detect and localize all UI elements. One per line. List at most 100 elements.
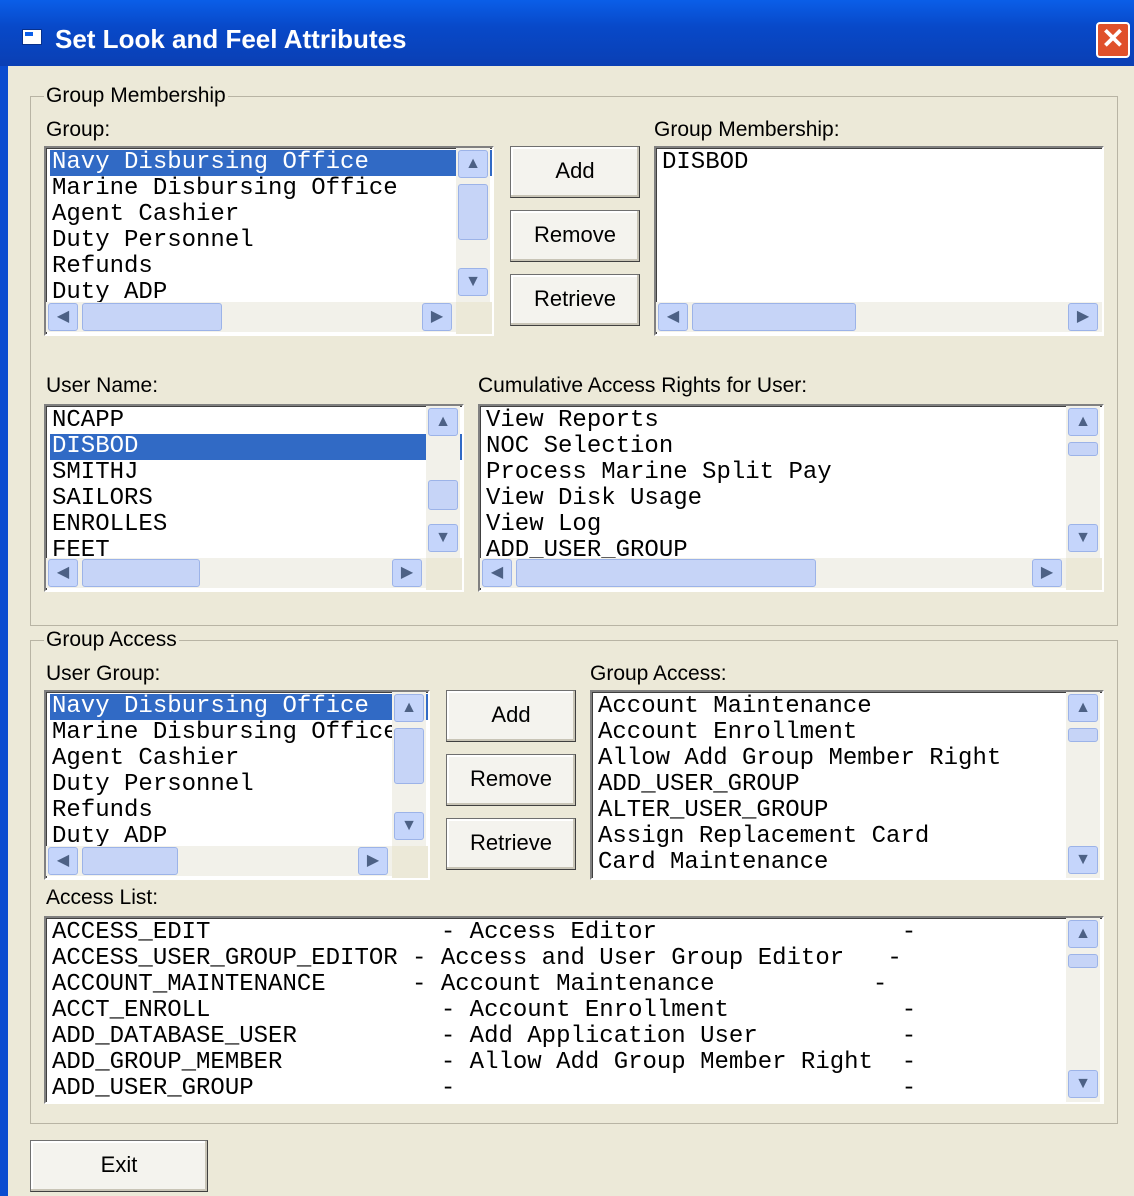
- group-list-item[interactable]: Duty Personnel: [50, 228, 492, 254]
- rights-vscrollbar[interactable]: ▲ ▼: [1066, 406, 1100, 558]
- group-vscrollbar[interactable]: ▲ ▼: [456, 148, 490, 302]
- user-vscrollbar[interactable]: ▲ ▼: [426, 406, 460, 558]
- scroll-right-icon[interactable]: ▶: [358, 847, 388, 875]
- user-group-list-item[interactable]: Duty ADP: [50, 824, 428, 849]
- access-list-item[interactable]: ADD_DATABASE_USER - Add Application User…: [50, 1024, 1102, 1050]
- scroll-down-icon[interactable]: ▼: [458, 268, 488, 296]
- title-bar: Set Look and Feel Attributes ✕: [0, 0, 1134, 66]
- scroll-left-icon[interactable]: ◀: [48, 559, 78, 587]
- group-access-item[interactable]: Allow Add Group Member Right: [596, 746, 1102, 772]
- scroll-down-icon[interactable]: ▼: [1068, 1070, 1098, 1098]
- access-rights-listbox[interactable]: View Reports NOC Selection Process Marine …: [478, 404, 1104, 592]
- user-list-item[interactable]: FEET: [50, 538, 462, 559]
- scroll-thumb[interactable]: [1068, 442, 1098, 456]
- group-hscrollbar[interactable]: ◀ ▶: [46, 302, 456, 332]
- scroll-thumb[interactable]: [1068, 728, 1098, 742]
- scroll-down-icon[interactable]: ▼: [394, 812, 424, 840]
- scroll-left-icon[interactable]: ◀: [658, 303, 688, 331]
- group-list-item[interactable]: Agent Cashier: [50, 202, 492, 228]
- scroll-thumb[interactable]: [428, 480, 458, 510]
- scroll-thumb[interactable]: [82, 847, 178, 875]
- user-group-list-item[interactable]: Agent Cashier: [50, 746, 428, 772]
- group-membership-listbox[interactable]: DISBOD ◀ ▶: [654, 146, 1104, 336]
- scroll-thumb[interactable]: [458, 184, 488, 240]
- scroll-thumb[interactable]: [1068, 954, 1098, 968]
- scroll-down-icon[interactable]: ▼: [1068, 846, 1098, 874]
- access-list-listbox[interactable]: ACCESS_EDIT - Access Editor - ACCESS_USER…: [44, 916, 1104, 1104]
- group-access-item[interactable]: ALTER_USER_GROUP: [596, 798, 1102, 824]
- access-right-item[interactable]: View Disk Usage: [484, 486, 1102, 512]
- scroll-right-icon[interactable]: ▶: [1068, 303, 1098, 331]
- access-list-item[interactable]: ACCESS_EDIT - Access Editor -: [50, 920, 1102, 946]
- scroll-thumb[interactable]: [692, 303, 856, 331]
- user-group-list-item[interactable]: Refunds: [50, 798, 428, 824]
- scroll-thumb[interactable]: [516, 559, 816, 587]
- retrieve-member-button[interactable]: Retrieve: [510, 274, 640, 326]
- membership-hscrollbar[interactable]: ◀ ▶: [656, 302, 1102, 332]
- group-list-item[interactable]: Marine Disbursing Office: [50, 176, 492, 202]
- group-access-item[interactable]: Card Maintenance: [596, 850, 1102, 876]
- user-group-list-item[interactable]: Duty Personnel: [50, 772, 428, 798]
- scroll-up-icon[interactable]: ▲: [1068, 694, 1098, 722]
- user-list-item[interactable]: ENROLLES: [50, 512, 462, 538]
- membership-list-item[interactable]: DISBOD: [660, 150, 1102, 176]
- scroll-left-icon[interactable]: ◀: [48, 303, 78, 331]
- scroll-thumb[interactable]: [82, 303, 222, 331]
- access-right-item[interactable]: NOC Selection: [484, 434, 1102, 460]
- scroll-down-icon[interactable]: ▼: [1068, 524, 1098, 552]
- group-list-item[interactable]: Refunds: [50, 254, 492, 280]
- scroll-left-icon[interactable]: ◀: [48, 847, 78, 875]
- scroll-thumb[interactable]: [82, 559, 200, 587]
- user-list-item[interactable]: SMITHJ: [50, 460, 462, 486]
- scroll-right-icon[interactable]: ▶: [422, 303, 452, 331]
- user-name-listbox[interactable]: NCAPP DISBOD SMITHJ SAILORS ENROLLES FEET ▲ ▼…: [44, 404, 464, 592]
- remove-member-button[interactable]: Remove: [510, 210, 640, 262]
- group-access-item[interactable]: Account Maintenance: [596, 694, 1102, 720]
- user-group-list-item[interactable]: Navy Disbursing Office: [50, 694, 428, 720]
- remove-access-button[interactable]: Remove: [446, 754, 576, 806]
- group-list-item[interactable]: Navy Disbursing Office: [50, 150, 492, 176]
- access-list-item[interactable]: ACCOUNT_MAINTENANCE - Account Maintenanc…: [50, 972, 1102, 998]
- access-right-item[interactable]: Process Marine Split Pay: [484, 460, 1102, 486]
- scroll-up-icon[interactable]: ▲: [1068, 920, 1098, 948]
- group-access-item[interactable]: Assign Replacement Card: [596, 824, 1102, 850]
- user-group-hscrollbar[interactable]: ◀ ▶: [46, 846, 392, 876]
- add-access-button[interactable]: Add: [446, 690, 576, 742]
- group-list-item[interactable]: Duty ADP: [50, 280, 492, 305]
- access-list-item[interactable]: ADD_USER_GROUP - -: [50, 1076, 1102, 1102]
- scroll-up-icon[interactable]: ▲: [458, 150, 488, 178]
- scroll-right-icon[interactable]: ▶: [392, 559, 422, 587]
- access-right-item[interactable]: ADD_USER_GROUP: [484, 538, 1102, 559]
- group-access-item[interactable]: ADD_USER_GROUP: [596, 772, 1102, 798]
- group-access-item[interactable]: Account Enrollment: [596, 720, 1102, 746]
- access-list-item[interactable]: ACCT_ENROLL - Account Enrollment -: [50, 998, 1102, 1024]
- user-list-item[interactable]: SAILORS: [50, 486, 462, 512]
- user-group-listbox[interactable]: Navy Disbursing Office Marine Disbursing …: [44, 690, 430, 880]
- scroll-up-icon[interactable]: ▲: [1068, 408, 1098, 436]
- scroll-up-icon[interactable]: ▲: [428, 408, 458, 436]
- scroll-left-icon[interactable]: ◀: [482, 559, 512, 587]
- group-access-vscrollbar[interactable]: ▲ ▼: [1066, 692, 1100, 878]
- close-button[interactable]: ✕: [1096, 22, 1130, 58]
- access-list-item[interactable]: ACCESS_USER_GROUP_EDITOR - Access and Us…: [50, 946, 1102, 972]
- access-right-item[interactable]: View Log: [484, 512, 1102, 538]
- user-hscrollbar[interactable]: ◀ ▶: [46, 558, 426, 588]
- scroll-up-icon[interactable]: ▲: [394, 694, 424, 722]
- group-listbox[interactable]: Navy Disbursing Office Marine Disbursing …: [44, 146, 494, 336]
- access-rights-label: Cumulative Access Rights for User:: [478, 374, 808, 397]
- rights-hscrollbar[interactable]: ◀ ▶: [480, 558, 1066, 588]
- retrieve-access-button[interactable]: Retrieve: [446, 818, 576, 870]
- group-access-listbox[interactable]: Account Maintenance Account Enrollment All…: [590, 690, 1104, 880]
- user-group-list-item[interactable]: Marine Disbursing Office: [50, 720, 428, 746]
- user-group-vscrollbar[interactable]: ▲ ▼: [392, 692, 426, 846]
- user-list-item[interactable]: DISBOD: [50, 434, 462, 460]
- access-list-vscrollbar[interactable]: ▲ ▼: [1066, 918, 1100, 1102]
- access-list-item[interactable]: ADD_GROUP_MEMBER - Allow Add Group Membe…: [50, 1050, 1102, 1076]
- scroll-thumb[interactable]: [394, 728, 424, 784]
- add-member-button[interactable]: Add: [510, 146, 640, 198]
- scroll-right-icon[interactable]: ▶: [1032, 559, 1062, 587]
- scroll-down-icon[interactable]: ▼: [428, 524, 458, 552]
- exit-button[interactable]: Exit: [30, 1140, 208, 1192]
- access-right-item[interactable]: View Reports: [484, 408, 1102, 434]
- user-list-item[interactable]: NCAPP: [50, 408, 462, 434]
